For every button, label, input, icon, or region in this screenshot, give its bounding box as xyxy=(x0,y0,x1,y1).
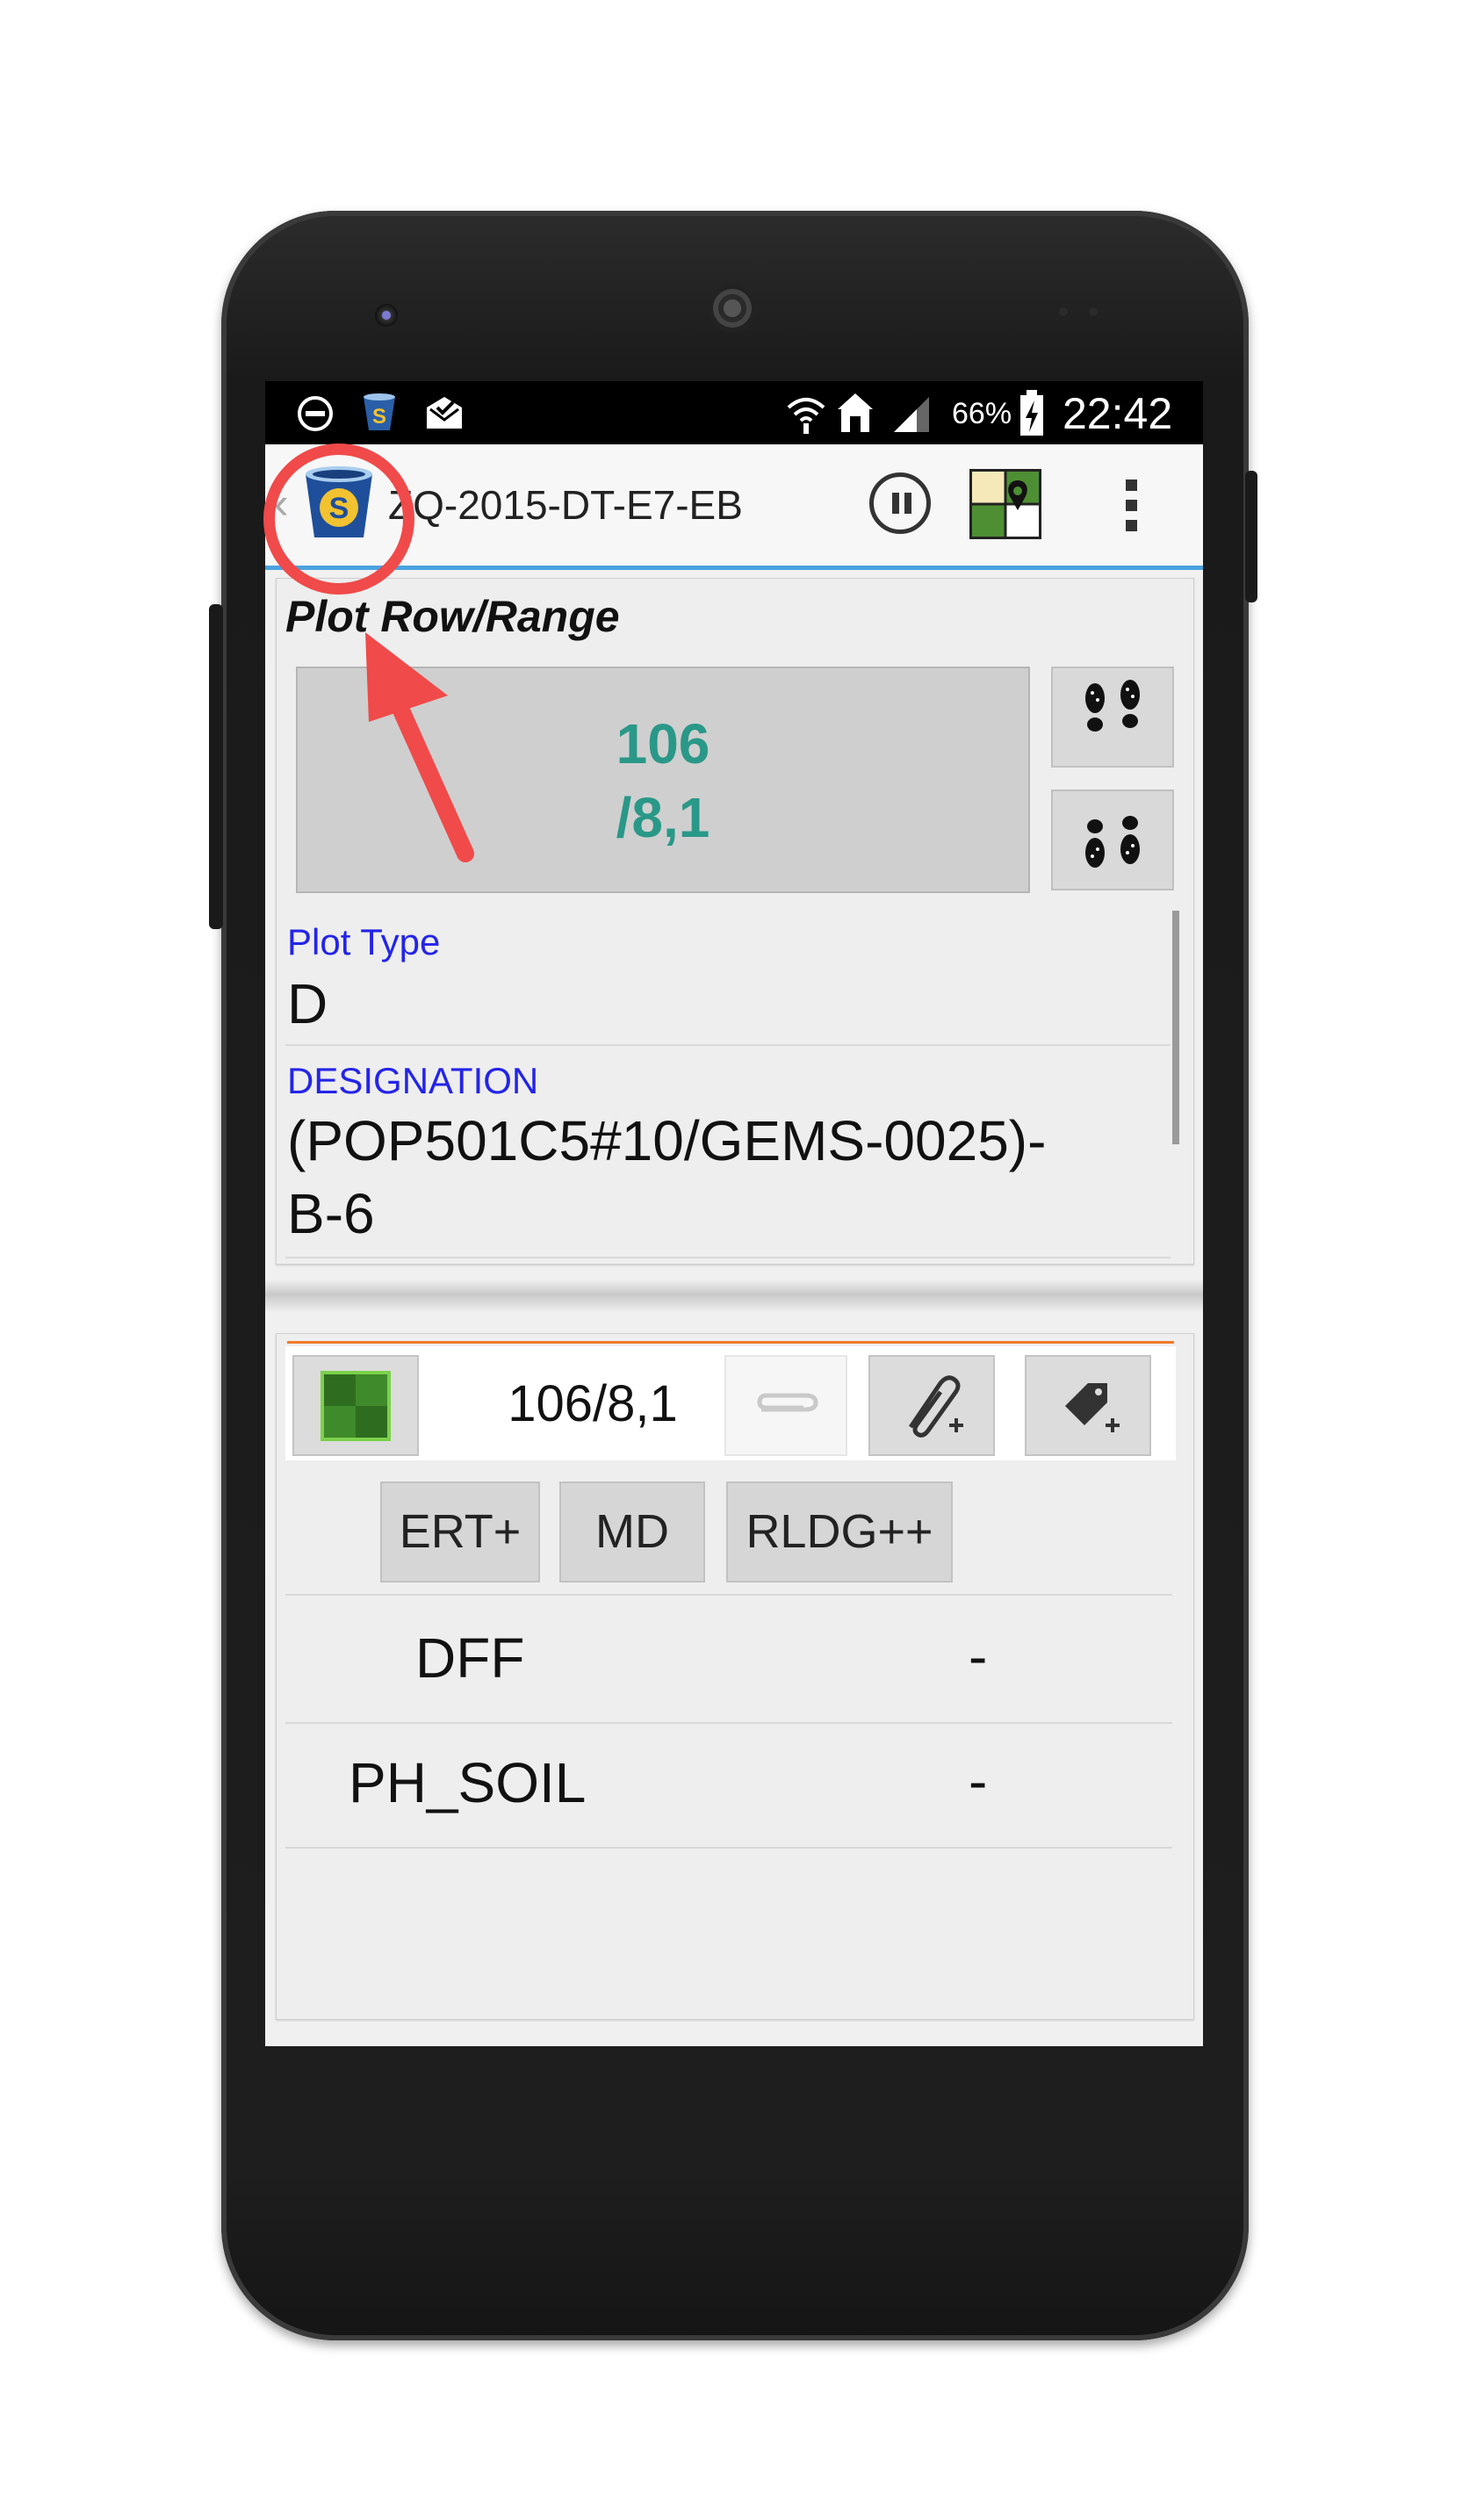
light-sensor xyxy=(1089,307,1098,316)
plot-rowrange: /8,1 xyxy=(616,786,710,849)
designation-value-line1: (POP501C5#10/GEMS-0025)- xyxy=(287,1109,1047,1172)
mail-done-icon xyxy=(427,397,462,429)
page-title: ZQ-2015-DT-E7-EB xyxy=(388,482,743,528)
status-bar: S 66% 22:42 xyxy=(265,381,1203,444)
home-icon xyxy=(838,393,873,432)
list-item[interactable]: DFF - xyxy=(285,1594,1172,1724)
map-location-icon[interactable] xyxy=(969,469,1041,539)
plot-map-button[interactable] xyxy=(292,1355,419,1456)
front-camera xyxy=(375,304,398,327)
trait-button-md[interactable]: MD xyxy=(559,1482,705,1583)
trait-button-rldg[interactable]: RLDG++ xyxy=(726,1482,953,1583)
add-tag-button[interactable] xyxy=(1025,1355,1151,1456)
plot-number: 106 xyxy=(616,712,710,775)
field-divider xyxy=(285,1257,1171,1258)
list-item[interactable]: PH_SOIL - xyxy=(285,1720,1172,1849)
trait-name: DFF xyxy=(415,1626,525,1690)
wifi-icon xyxy=(787,398,825,434)
scrollbar[interactable] xyxy=(1172,911,1179,1144)
plot-display[interactable]: 106 /8,1 xyxy=(296,667,1030,893)
attachment-button[interactable] xyxy=(724,1355,847,1456)
app-notification-icon: S xyxy=(364,393,395,430)
pause-button[interactable] xyxy=(869,472,931,534)
pane-splitter[interactable] xyxy=(265,1279,1203,1314)
current-plot-id: 106/8,1 xyxy=(508,1375,678,1432)
plot-type-label: Plot Type xyxy=(287,921,441,963)
battery-percent: 66% xyxy=(952,397,1012,430)
overflow-menu-icon[interactable] xyxy=(1126,479,1140,532)
power-button xyxy=(1245,471,1257,602)
plot-info-card: Plot Row/Range 106 /8,1 Plot Type D DESI… xyxy=(276,578,1194,1265)
screen: S 66% 22:42 ‹ S ZQ-2015-DT-E7-EB Plot Ro… xyxy=(265,381,1203,2046)
footsteps-forward-icon xyxy=(1085,680,1140,732)
designation-label: DESIGNATION xyxy=(287,1060,539,1101)
proximity-sensor xyxy=(1059,307,1068,316)
paperclip-icon xyxy=(757,1393,818,1412)
clock: 22:42 xyxy=(1063,389,1173,438)
card-accent-line xyxy=(287,1341,1174,1344)
plot-type-value: D xyxy=(287,972,328,1035)
trait-button-ert[interactable]: ERT+ xyxy=(380,1482,540,1583)
add-attachment-icon xyxy=(908,1375,963,1438)
designation-value-line2: B-6 xyxy=(287,1182,375,1245)
pause-icon-bar-left xyxy=(892,493,899,514)
trait-name: PH_SOIL xyxy=(349,1751,587,1814)
next-plot-button[interactable] xyxy=(1051,667,1174,768)
cell-signal-icon xyxy=(894,397,929,432)
trait-value: - xyxy=(969,1625,988,1688)
battery-charging-icon xyxy=(1020,390,1043,436)
plot-header: Plot Row/Range xyxy=(285,592,620,641)
do-not-disturb-icon xyxy=(298,396,333,431)
add-attachment-button[interactable] xyxy=(868,1355,995,1456)
annotation-circle xyxy=(263,443,414,595)
svg-text:S: S xyxy=(372,405,386,429)
earpiece-speaker xyxy=(708,284,757,333)
pause-icon-bar-right xyxy=(904,493,911,514)
add-tag-icon xyxy=(1065,1383,1120,1432)
trait-value: - xyxy=(969,1749,988,1813)
trait-card: 106/8,1 ERT+ MD RLDG++ DFF - PH_SOIL - xyxy=(276,1333,1194,2020)
volume-button xyxy=(209,604,223,929)
footsteps-backward-icon xyxy=(1085,816,1140,868)
field-divider xyxy=(285,1044,1171,1046)
plot-grid-icon xyxy=(321,1371,391,1441)
previous-plot-button[interactable] xyxy=(1051,789,1174,890)
plot-toolbar: 106/8,1 xyxy=(285,1346,1176,1460)
